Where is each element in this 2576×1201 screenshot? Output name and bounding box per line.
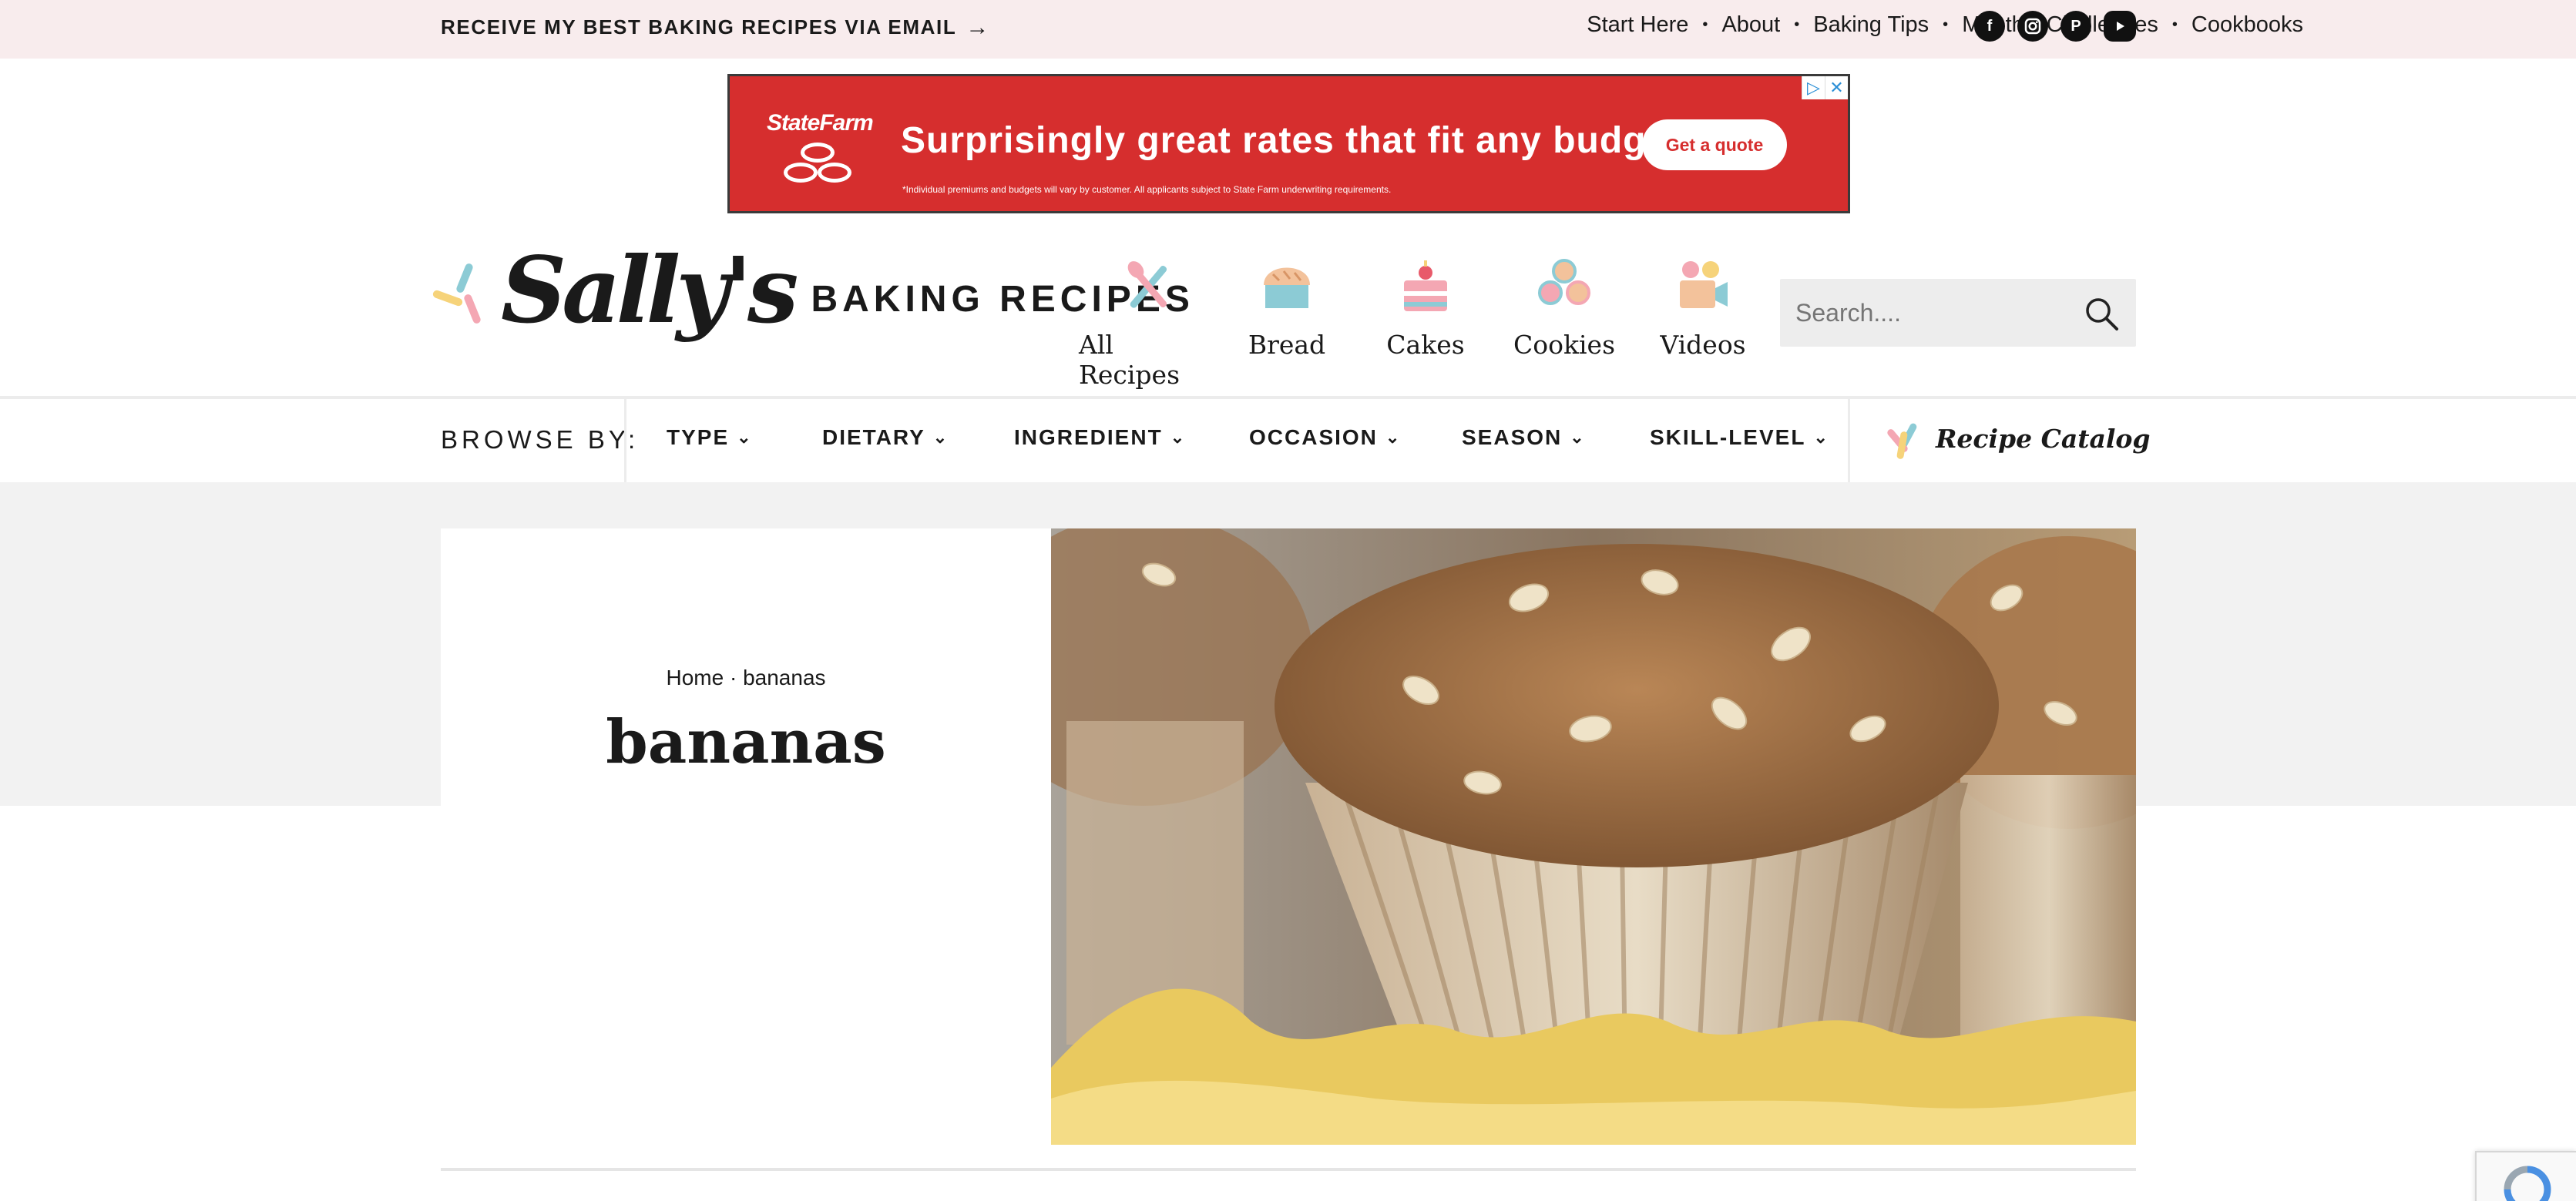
category-cookies[interactable]: Cookies — [1495, 257, 1634, 390]
breadcrumb: Home · bananas — [441, 666, 1051, 690]
category-label: Videos — [1660, 330, 1746, 360]
category-bread[interactable]: Bread — [1217, 257, 1356, 390]
facet-ingredient[interactable]: INGREDIENT ⌄ — [1014, 425, 1186, 450]
facet-label: INGREDIENT — [1014, 425, 1163, 449]
newsletter-label: RECEIVE MY BEST BAKING RECIPES VIA EMAIL — [441, 15, 957, 39]
ad-fineprint: *Individual premiums and budgets will va… — [902, 184, 1392, 195]
content-divider — [441, 1168, 2136, 1171]
divider — [624, 399, 626, 482]
ad-brand: StateFarm — [767, 110, 874, 136]
browse-label: BROWSE BY: — [441, 425, 640, 454]
search-icon[interactable] — [2084, 296, 2119, 331]
category-label: Cookies — [1513, 330, 1615, 360]
facet-label: DIETARY — [822, 425, 925, 449]
hero-image — [1051, 528, 2136, 1145]
nav-bullet: • — [2171, 16, 2178, 33]
arrow-right-icon: → — [966, 14, 990, 40]
nav-bullet: • — [1943, 16, 1949, 33]
search-input[interactable] — [1795, 279, 2073, 347]
cookies-icon — [1535, 257, 1594, 316]
chevron-down-icon: ⌄ — [932, 428, 949, 447]
whisk-spoon-icon — [1119, 257, 1177, 316]
recaptcha-badge[interactable] — [2475, 1151, 2576, 1201]
youtube-icon[interactable] — [2104, 11, 2136, 42]
chevron-down-icon: ⌄ — [1570, 428, 1586, 447]
facet-label: SKILL-LEVEL — [1650, 425, 1806, 449]
category-nav: All Recipes Bread Cakes Cookies Videos — [1079, 257, 1772, 390]
instagram-icon[interactable] — [2017, 11, 2048, 42]
close-icon[interactable]: ✕ — [1825, 76, 1848, 99]
newsletter-link[interactable]: RECEIVE MY BEST BAKING RECIPES VIA EMAIL… — [441, 15, 990, 39]
bread-icon — [1258, 257, 1316, 316]
sprinkles-icon — [1885, 419, 1923, 460]
facebook-icon[interactable]: f — [1974, 11, 2005, 42]
cake-icon — [1396, 257, 1455, 316]
divider — [1848, 399, 1850, 482]
category-cakes[interactable]: Cakes — [1356, 257, 1495, 390]
advertisement-banner[interactable]: StateFarm Surprisingly great rates that … — [727, 74, 1850, 213]
breadcrumb-home[interactable]: Home — [666, 666, 724, 689]
chevron-down-icon: ⌄ — [1813, 428, 1829, 447]
nav-bullet: • — [1702, 16, 1708, 33]
facet-label: SEASON — [1462, 425, 1563, 449]
facet-label: OCCASION — [1249, 425, 1378, 449]
category-videos[interactable]: Videos — [1634, 257, 1772, 390]
category-label: Bread — [1248, 330, 1326, 360]
nav-start-here[interactable]: Start Here — [1587, 12, 1688, 38]
utility-nav: Start Here • About • Baking Tips • Month… — [1587, 12, 2303, 38]
breadcrumb-separator: · — [729, 666, 737, 689]
sprinkles-icon — [432, 252, 493, 329]
browse-bar: BROWSE BY: TYPE ⌄ DIETARY ⌄ INGREDIENT ⌄ OC… — [0, 399, 2576, 482]
video-camera-icon — [1674, 257, 1732, 316]
facet-label: TYPE — [667, 425, 730, 449]
category-all-recipes[interactable]: All Recipes — [1079, 257, 1217, 390]
social-links: f P — [1974, 11, 2136, 42]
logo-script: Sally's — [501, 237, 798, 344]
adchoices-icon[interactable]: ▷ — [1802, 76, 1825, 99]
state-farm-logo-icon — [782, 143, 853, 189]
category-label: Cakes — [1386, 330, 1465, 360]
nav-about[interactable]: About — [1721, 12, 1780, 38]
top-bar: RECEIVE MY BEST BAKING RECIPES VIA EMAIL… — [0, 0, 2576, 59]
page: RECEIVE MY BEST BAKING RECIPES VIA EMAIL… — [0, 0, 2576, 1201]
archive-header-card: Home · bananas bananas — [441, 528, 1051, 1145]
category-label: All Recipes — [1079, 330, 1181, 390]
recipe-catalog-link[interactable]: Recipe Catalog — [1885, 419, 2151, 460]
recipe-catalog-label: Recipe Catalog — [1936, 423, 2151, 454]
chevron-down-icon: ⌄ — [737, 428, 753, 447]
breadcrumb-current: bananas — [743, 666, 826, 689]
chevron-down-icon: ⌄ — [1385, 428, 1402, 447]
nav-cookbooks[interactable]: Cookbooks — [2191, 12, 2303, 38]
facet-season[interactable]: SEASON ⌄ — [1462, 425, 1586, 450]
chevron-down-icon: ⌄ — [1170, 428, 1187, 447]
facet-skill-level[interactable]: SKILL-LEVEL ⌄ — [1650, 425, 1829, 450]
facet-dietary[interactable]: DIETARY ⌄ — [822, 425, 949, 450]
ad-cta-button[interactable]: Get a quote — [1642, 119, 1787, 170]
pinterest-icon[interactable]: P — [2060, 11, 2091, 42]
ad-controls: ▷ ✕ — [1802, 76, 1848, 99]
facet-occasion[interactable]: OCCASION ⌄ — [1249, 425, 1401, 450]
nav-bullet: • — [1794, 16, 1800, 33]
search-box — [1780, 279, 2136, 347]
ad-headline: Surprisingly great rates that fit any bu… — [901, 120, 1692, 161]
nav-baking-tips[interactable]: Baking Tips — [1813, 12, 1929, 38]
page-title: bananas — [606, 707, 886, 777]
facet-type[interactable]: TYPE ⌄ — [667, 425, 753, 450]
